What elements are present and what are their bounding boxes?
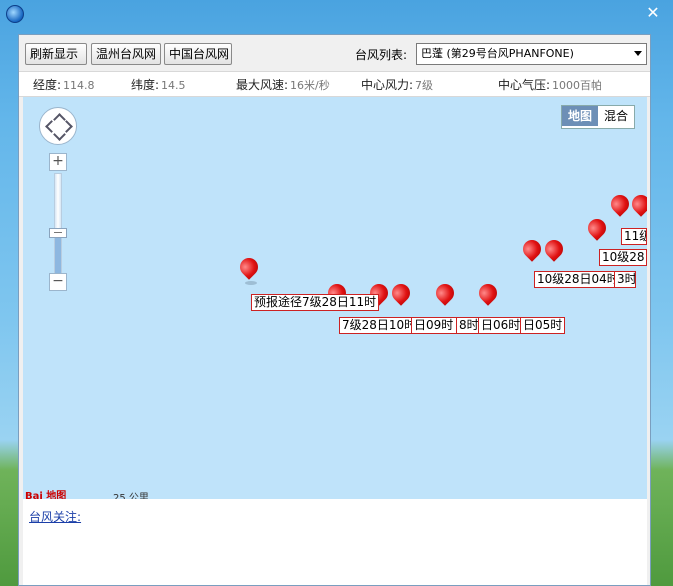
wenzhou-typhoon-button[interactable]: 温州台风网 — [91, 43, 161, 65]
map-pin-icon[interactable] — [432, 280, 458, 306]
map-scale: 25 公里 — [113, 493, 149, 499]
center-force-info: 中心风力: 7级 — [361, 76, 433, 93]
track-label: 7级28日10时 — [339, 317, 420, 334]
pan-control[interactable] — [39, 107, 77, 145]
chevron-down-icon — [634, 51, 642, 56]
app-globe-icon — [6, 5, 24, 23]
zoom-out-button[interactable]: − — [49, 273, 67, 291]
max-wind-value: 16米/秒 — [290, 79, 330, 92]
title-bar: ✕ — [0, 0, 673, 28]
map-pin-icon[interactable] — [388, 280, 414, 306]
max-wind-info: 最大风速: 16米/秒 — [236, 76, 330, 93]
refresh-button[interactable]: 刷新显示 — [25, 43, 87, 65]
track-label: 预报途径7级28日11时 — [251, 294, 380, 311]
center-pressure-value: 1000百帕 — [552, 79, 603, 92]
track-label: 日05时 — [520, 317, 565, 334]
track-label: 日06时 — [478, 317, 521, 334]
latitude-label: 纬度: — [131, 78, 160, 92]
track-label: 10级28日 — [599, 249, 647, 266]
china-typhoon-button[interactable]: 中国台风网 — [164, 43, 232, 65]
typhoon-select-value: 巴蓬 (第29号台风PHANFONE) — [421, 47, 574, 60]
track-label: 10级28日04时 — [534, 271, 622, 288]
latitude-info: 纬度: 14.5 — [131, 76, 186, 93]
map-logo: Bai 地图 — [25, 491, 67, 499]
typhoon-follow-panel: 台风关注: — [23, 499, 647, 585]
longitude-value: 114.8 — [63, 79, 95, 92]
longitude-label: 经度: — [33, 78, 62, 92]
max-wind-label: 最大风速: — [236, 78, 289, 92]
track-label: 8时 — [456, 317, 479, 334]
typhoon-list-label: 台风列表: — [355, 48, 408, 62]
center-pressure-label: 中心气压: — [498, 78, 551, 92]
track-label: 日09时 — [411, 317, 457, 334]
center-pressure-info: 中心气压: 1000百帕 — [498, 76, 602, 93]
zoom-level-fill — [55, 237, 61, 273]
map-pin-icon[interactable] — [628, 191, 647, 217]
map-pin-icon[interactable] — [519, 236, 545, 262]
track-label: 11级 — [621, 228, 647, 245]
track-label: 3时 — [614, 271, 636, 288]
map-pin-icon[interactable] — [607, 191, 633, 217]
latitude-value: 14.5 — [161, 79, 186, 92]
center-force-value: 7级 — [415, 79, 434, 92]
map-type-switch: 地图 混合 — [561, 105, 636, 129]
typhoon-map[interactable]: + − 地图 混合 预报途径7级28日11时 7级28日10时 日09时 8时 … — [23, 97, 647, 499]
close-icon[interactable]: ✕ — [643, 3, 663, 23]
longitude-info: 经度: 114.8 — [33, 76, 95, 93]
map-type-map-button[interactable]: 地图 — [562, 106, 599, 126]
zoom-in-button[interactable]: + — [49, 153, 67, 171]
typhoon-follow-link[interactable]: 台风关注: — [29, 508, 81, 525]
map-pin-icon[interactable] — [584, 215, 610, 241]
map-pin-icon[interactable] — [475, 280, 501, 306]
map-type-hybrid-button[interactable]: 混合 — [598, 106, 634, 126]
app-window: 刷新显示 温州台风网 中国台风网 台风列表: 巴蓬 (第29号台风PHANFON… — [18, 34, 651, 586]
pin-shadow — [245, 281, 257, 285]
map-pin-icon[interactable] — [541, 236, 567, 262]
center-force-label: 中心风力: — [361, 78, 414, 92]
map-pin-icon[interactable] — [236, 254, 262, 280]
info-bar: 经度: 114.8 纬度: 14.5 最大风速: 16米/秒 中心风力: 7级 中心气压… — [19, 71, 650, 97]
zoom-slider-handle[interactable] — [49, 228, 67, 238]
toolbar: 刷新显示 温州台风网 中国台风网 台风列表: 巴蓬 (第29号台风PHANFON… — [19, 35, 650, 71]
typhoon-select[interactable]: 巴蓬 (第29号台风PHANFONE) — [416, 43, 647, 65]
